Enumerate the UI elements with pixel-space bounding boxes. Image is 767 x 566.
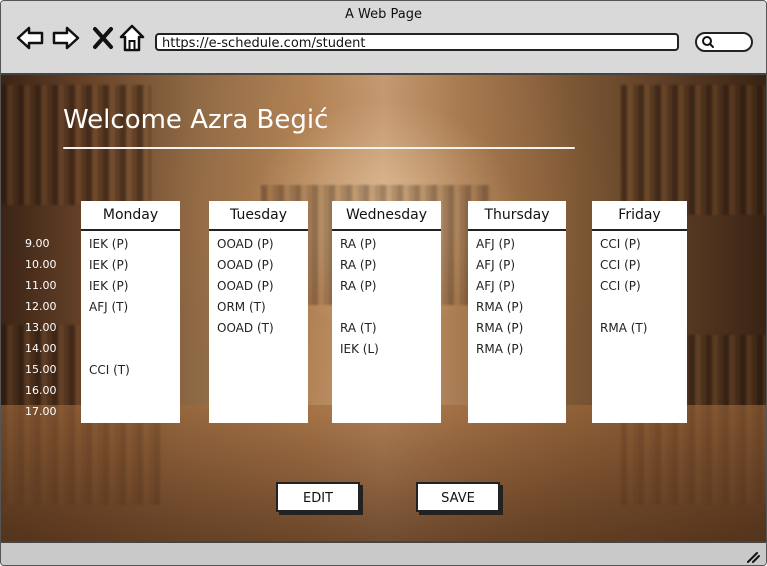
time-label: 17.00	[25, 405, 57, 418]
day-column-thursday: Thursday AFJ (P) AFJ (P) AFJ (P) RMA (P)…	[468, 201, 566, 423]
time-label: 9.00	[25, 237, 50, 250]
class-entry[interactable]: ORM (T)	[217, 300, 266, 314]
class-entry[interactable]: RMA (P)	[476, 300, 523, 314]
day-column-tuesday: Tuesday OOAD (P) OOAD (P) OOAD (P) ORM (…	[209, 201, 308, 423]
day-header: Tuesday	[209, 201, 308, 231]
day-header: Monday	[81, 201, 180, 231]
time-label: 12.00	[25, 300, 57, 313]
class-entry[interactable]: OOAD (T)	[217, 321, 274, 335]
status-bar	[1, 541, 766, 565]
class-entry[interactable]: RA (P)	[340, 258, 376, 272]
close-x-icon[interactable]	[89, 23, 119, 53]
class-entry[interactable]: AFJ (P)	[476, 237, 515, 251]
class-entry[interactable]: CCI (T)	[89, 363, 130, 377]
time-label: 13.00	[25, 321, 57, 334]
time-label: 16.00	[25, 384, 57, 397]
browser-window: A Web Page https://e-schedule.com/studen…	[0, 0, 767, 566]
home-icon[interactable]	[117, 23, 147, 53]
time-label: 11.00	[25, 279, 57, 292]
class-entry[interactable]: AFJ (P)	[476, 258, 515, 272]
back-arrow-icon[interactable]	[15, 23, 45, 53]
class-entry[interactable]: CCI (P)	[600, 237, 641, 251]
day-header: Wednesday	[332, 201, 441, 231]
class-entry[interactable]: RMA (P)	[476, 321, 523, 335]
edit-button[interactable]: EDIT	[276, 482, 360, 512]
class-entry[interactable]: OOAD (P)	[217, 237, 274, 251]
search-box[interactable]	[695, 32, 753, 52]
search-icon	[702, 36, 714, 48]
address-bar[interactable]: https://e-schedule.com/student	[155, 33, 679, 51]
class-entry[interactable]: IEK (P)	[89, 258, 128, 272]
class-entry[interactable]: AFJ (T)	[89, 300, 128, 314]
class-entry[interactable]: RMA (T)	[600, 321, 647, 335]
day-header: Friday	[592, 201, 687, 231]
resize-grip-icon[interactable]	[746, 551, 760, 563]
class-entry[interactable]: RMA (P)	[476, 342, 523, 356]
day-column-monday: Monday IEK (P) IEK (P) IEK (P) AFJ (T) C…	[81, 201, 180, 423]
class-entry[interactable]: RA (T)	[340, 321, 377, 335]
day-header: Thursday	[468, 201, 566, 231]
day-column-wednesday: Wednesday RA (P) RA (P) RA (P) RA (T) IE…	[332, 201, 441, 423]
class-entry[interactable]: IEK (P)	[89, 279, 128, 293]
class-entry[interactable]: IEK (L)	[340, 342, 379, 356]
class-entry[interactable]: AFJ (P)	[476, 279, 515, 293]
time-label: 15.00	[25, 363, 57, 376]
browser-toolbar: A Web Page https://e-schedule.com/studen…	[1, 1, 766, 75]
class-entry[interactable]: RA (P)	[340, 279, 376, 293]
save-button[interactable]: SAVE	[416, 482, 500, 512]
time-label: 10.00	[25, 258, 57, 271]
forward-arrow-icon[interactable]	[51, 23, 81, 53]
window-title: A Web Page	[345, 7, 422, 22]
class-entry[interactable]: RA (P)	[340, 237, 376, 251]
welcome-heading: Welcome Azra Begić	[63, 105, 329, 135]
heading-divider	[63, 147, 575, 149]
class-entry[interactable]: OOAD (P)	[217, 258, 274, 272]
class-entry[interactable]: CCI (P)	[600, 258, 641, 272]
class-entry[interactable]: CCI (P)	[600, 279, 641, 293]
time-label: 14.00	[25, 342, 57, 355]
class-entry[interactable]: OOAD (P)	[217, 279, 274, 293]
page-content: Welcome Azra Begić 9.00 10.00 11.00 12.0…	[1, 75, 766, 541]
class-entry[interactable]: IEK (P)	[89, 237, 128, 251]
day-column-friday: Friday CCI (P) CCI (P) CCI (P) RMA (T)	[592, 201, 687, 423]
